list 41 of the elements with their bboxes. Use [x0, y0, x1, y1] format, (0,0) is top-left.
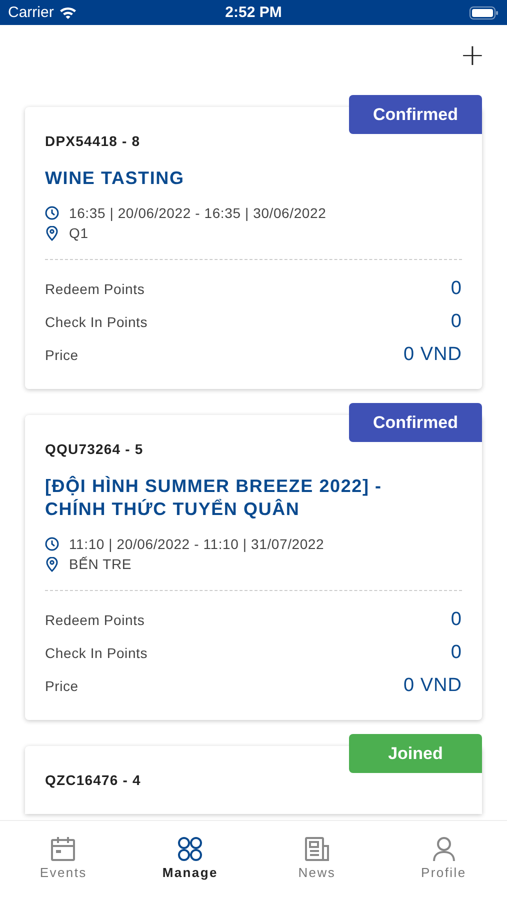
booking-code: DPX54418 - 8: [45, 133, 142, 149]
event-title: WINE TASTING: [45, 167, 186, 190]
row-label: Redeem Points: [45, 612, 145, 628]
event-location: BẾN TRE: [69, 556, 132, 572]
row-value: 0: [450, 608, 462, 630]
row-value: 0: [450, 642, 462, 664]
tab-bar-item[interactable]: Profile: [380, 821, 507, 894]
event-location: Q1: [69, 225, 88, 241]
clock-icon: [45, 206, 59, 220]
row-label: Price: [45, 346, 78, 362]
person-icon: [430, 836, 457, 862]
clock-icon: [45, 537, 59, 551]
row-value: 0 VND: [404, 674, 462, 696]
row-value: 0: [450, 310, 462, 332]
tab-bar-item[interactable]: News: [254, 821, 380, 894]
carrier-label: Carrier: [8, 4, 54, 21]
add-button[interactable]: +: [456, 41, 489, 71]
row-value: 0: [450, 278, 462, 300]
newspaper-icon: [304, 836, 330, 862]
calendar-icon: [50, 836, 76, 862]
clock-time: 2:52 PM: [225, 4, 282, 21]
status-badge: Joined: [349, 734, 482, 773]
location-pin-icon: [45, 226, 59, 240]
wifi-icon: [58, 6, 77, 19]
row-label: Check In Points: [45, 314, 148, 330]
row-label: Redeem Points: [45, 280, 145, 296]
event-time: 16:35 | 20/06/2022 - 16:35 | 30/06/2022: [69, 205, 326, 221]
event-time: 11:10 | 20/06/2022 - 11:10 | 31/07/2022: [69, 536, 324, 552]
battery-icon: [469, 6, 500, 20]
row-value: 0 VND: [404, 344, 462, 366]
booking-code: QZC16476 - 4: [45, 772, 142, 788]
status-badge: Confirmed: [349, 403, 482, 442]
location-pin-icon: [45, 556, 59, 572]
tab-bar-item[interactable]: Events: [0, 821, 127, 894]
row-label: Check In Points: [45, 644, 148, 660]
event-title: [ĐỘI HÌNH SUMMER BREEZE 2022] - CHÍNH THỨC TUYỂN QUÂN: [45, 475, 383, 521]
tab-bar-item[interactable]: Manage: [126, 821, 254, 894]
status-badge: Confirmed: [349, 95, 482, 134]
booking-code: QQU73264 - 5: [45, 441, 144, 457]
row-label: Price: [45, 678, 78, 694]
grid-circles-icon: [177, 836, 204, 862]
